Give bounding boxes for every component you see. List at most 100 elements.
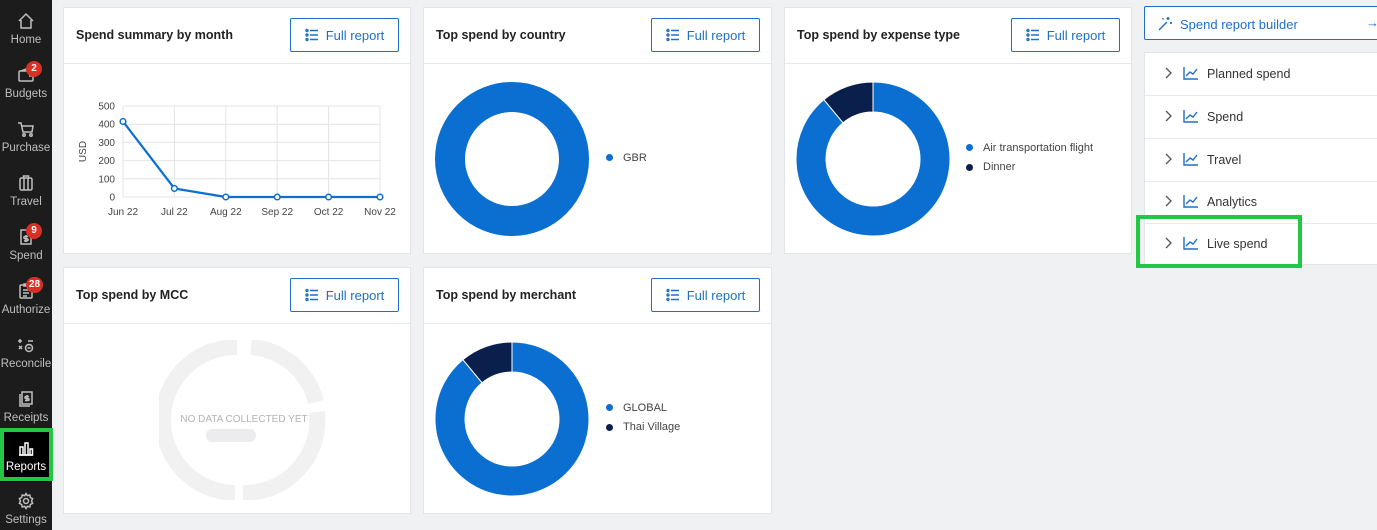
- legend-item: GBR: [606, 148, 647, 168]
- card-spend-by-mcc: Top spend by MCC Full report NO DATA COL…: [63, 267, 411, 514]
- nav-purchase-label: Purchase: [1, 142, 51, 154]
- legend-label: Dinner: [983, 161, 1016, 174]
- card-header: Spend summary by month Full report: [64, 8, 410, 64]
- data-point: [376, 193, 384, 201]
- nav-purchase[interactable]: Purchase: [0, 114, 52, 164]
- x-tick-label: Jun 22: [108, 207, 138, 218]
- list-icon: [305, 288, 318, 302]
- y-tick-label: 100: [98, 174, 115, 185]
- legend-label: GBR: [623, 151, 647, 164]
- spend-badge: 9: [26, 223, 42, 239]
- nav-settings[interactable]: Settings: [0, 492, 52, 530]
- chart-legend: GBR: [606, 148, 647, 168]
- card-title: Top spend by country: [436, 28, 566, 42]
- y-tick-label: 300: [98, 138, 115, 149]
- data-point: [119, 117, 127, 126]
- chevron-right-icon: [1163, 237, 1173, 249]
- full-report-button[interactable]: Full report: [1011, 18, 1120, 52]
- card-spend-by-month: Spend summary by month Full report 0 100 2…: [63, 7, 411, 254]
- legend-label: Air transportation flight: [983, 141, 1094, 154]
- x-tick-label: Jul 22: [161, 207, 188, 218]
- legend-swatch: [606, 154, 613, 162]
- legend-swatch: [606, 404, 613, 412]
- report-item-live-spend[interactable]: Live spend: [1145, 223, 1377, 266]
- y-tick-label: 200: [98, 156, 115, 167]
- report-item-label: Planned spend: [1207, 67, 1291, 81]
- card-title: Top spend by expense type: [797, 28, 961, 42]
- card-title: Top spend by merchant: [436, 288, 577, 302]
- legend-swatch: [966, 163, 973, 171]
- data-point: [325, 193, 333, 201]
- nav-authorize-label: Authorize: [1, 304, 51, 316]
- y-tick-label: 0: [109, 193, 115, 204]
- full-report-button[interactable]: Full report: [290, 18, 399, 52]
- full-report-label: Full report: [1046, 27, 1106, 43]
- y-tick-label: 400: [98, 120, 115, 131]
- report-item-spend[interactable]: Spend: [1145, 96, 1377, 139]
- series-line: [122, 120, 380, 199]
- nav-travel-label: Travel: [10, 196, 42, 208]
- report-item-label: Spend: [1207, 110, 1244, 124]
- line-chart: 0 100 200 300 400 500 Jun 22 Jul 22 Aug 22 Sep 22…: [78, 102, 396, 219]
- chevron-right-icon: [1163, 195, 1173, 207]
- luggage-icon: [0, 174, 52, 194]
- card-spend-by-country: Top spend by country Full report GBR: [423, 7, 772, 254]
- spend-report-builder-button[interactable]: Spend report builder →: [1144, 6, 1377, 40]
- nav-travel[interactable]: Travel: [0, 168, 52, 218]
- donut-slice: [435, 82, 589, 236]
- chevron-right-icon: [1163, 110, 1173, 122]
- gear-icon: [0, 492, 52, 512]
- nav-home[interactable]: Home: [0, 6, 52, 56]
- nav-receipts-label: Receipts: [3, 412, 49, 424]
- full-report-button[interactable]: Full report: [651, 278, 760, 312]
- report-item-planned-spend[interactable]: Planned spend: [1145, 53, 1377, 96]
- card-header: Top spend by MCC Full report: [64, 268, 410, 324]
- nav-reconcile-label: Reconcile: [0, 358, 52, 370]
- list-icon: [666, 28, 679, 42]
- reconcile-icon: [0, 336, 52, 356]
- trend-chart-icon: [1183, 66, 1199, 80]
- card-header: Top spend by merchant Full report: [424, 268, 771, 324]
- card-title: Top spend by MCC: [76, 288, 189, 302]
- full-report-label: Full report: [686, 27, 746, 43]
- report-item-travel[interactable]: Travel: [1145, 139, 1377, 182]
- nav-budgets[interactable]: 2 Budgets: [0, 60, 52, 110]
- nav-home-label: Home: [10, 34, 42, 46]
- home-icon: [0, 12, 52, 32]
- magic-wand-icon: [1157, 16, 1173, 32]
- nav-budgets-label: Budgets: [4, 88, 48, 100]
- full-report-button[interactable]: Full report: [651, 18, 760, 52]
- report-item-analytics[interactable]: Analytics: [1145, 181, 1377, 224]
- nav-reports[interactable]: Reports: [0, 432, 52, 482]
- x-tick-label: Sep 22: [261, 207, 293, 218]
- nav-receipts[interactable]: Receipts: [0, 384, 52, 434]
- report-item-label: Analytics: [1207, 195, 1258, 209]
- report-item-label: Travel: [1207, 153, 1242, 167]
- budgets-badge: 2: [26, 61, 42, 77]
- x-tick-label: Oct 22: [314, 207, 344, 218]
- full-report-button[interactable]: Full report: [290, 278, 399, 312]
- legend-label: Thai Village: [623, 421, 681, 434]
- list-icon: [305, 28, 318, 42]
- report-item-label: Live spend: [1207, 237, 1268, 251]
- nav-spend[interactable]: 9 Spend: [0, 222, 52, 272]
- legend-item: Thai Village: [606, 418, 680, 438]
- card-header: Top spend by country Full report: [424, 8, 771, 64]
- full-report-label: Full report: [325, 287, 385, 303]
- chart-legend: Air transportation flight Dinner: [966, 138, 1093, 177]
- legend-item: Air transportation flight: [966, 138, 1093, 158]
- arrow-right-icon: →: [1366, 15, 1377, 30]
- nav-authorize[interactable]: 28 Authorize: [0, 276, 52, 326]
- nav-reconcile[interactable]: Reconcile: [0, 330, 52, 380]
- donut-chart: [435, 82, 589, 236]
- chart-legend: GLOBAL Thai Village: [606, 398, 680, 437]
- nav-settings-label: Settings: [5, 514, 47, 526]
- card-spend-by-expense-type: Top spend by expense type Full report Ai…: [784, 7, 1132, 254]
- receipts-icon: [0, 390, 52, 410]
- x-tick-label: Aug 22: [210, 207, 242, 218]
- legend-swatch: [966, 144, 973, 152]
- x-tick-label: Nov 22: [364, 207, 396, 218]
- list-icon: [1026, 28, 1039, 42]
- list-icon: [666, 288, 679, 302]
- nav-reports-label: Reports: [5, 461, 47, 473]
